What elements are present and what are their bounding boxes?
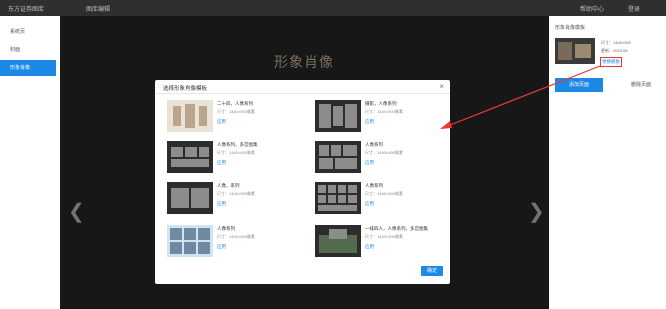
template-card[interactable]: 二十四，人像系列 尺寸：1440×900像素 应用 — [167, 100, 295, 136]
thumb-photo — [575, 44, 591, 58]
apply-template-link[interactable]: 应用 — [217, 244, 226, 250]
apply-template-link[interactable]: 应用 — [217, 119, 226, 125]
apply-template-link[interactable]: 应用 — [365, 119, 374, 125]
apply-template-link[interactable]: 应用 — [365, 160, 374, 166]
template-name: 人像系列 — [365, 142, 383, 147]
template-card[interactable]: 人像系列 尺寸：1440×900像素 应用 — [167, 225, 295, 261]
template-updated: 更新：2023.08 — [601, 48, 628, 53]
template-thumbnail — [167, 100, 213, 132]
apply-template-link[interactable]: 应用 — [217, 160, 226, 166]
template-name: 人像系列 — [365, 183, 383, 188]
nav-editor[interactable]: 图库编辑 — [86, 4, 110, 13]
template-thumbnail — [315, 100, 361, 132]
change-template-link[interactable]: 更换模板 — [600, 57, 622, 67]
template-size: 尺寸：1440×900像素 — [365, 109, 403, 114]
top-bar: 东方证券图库 图库编辑 帮助中心 登录 — [0, 0, 666, 16]
template-name: 人像系列 — [217, 226, 235, 231]
template-thumbnail — [167, 225, 213, 257]
template-name: 人像，系列 — [217, 183, 240, 188]
apply-template-link[interactable]: 应用 — [217, 201, 226, 207]
template-size: 尺寸：1440×900像素 — [217, 150, 255, 155]
template-card[interactable]: 人像系列 尺寸：1440×900像素 应用 — [315, 141, 443, 177]
template-card[interactable]: 人像系列 尺寸：1440×900像素 应用 — [315, 182, 443, 218]
apply-template-link[interactable]: 应用 — [365, 244, 374, 250]
delete-page-button[interactable]: 删除页面 — [621, 78, 661, 92]
panel-title: 形象肖像模板 — [555, 25, 586, 31]
template-name: 二十四，人像系列 — [217, 101, 253, 106]
sidebar-item-system[interactable]: 系统页 — [0, 24, 56, 40]
apply-template-link[interactable]: 应用 — [365, 201, 374, 207]
template-size: 尺寸：1440×900像素 — [365, 191, 403, 196]
sidebar: 系统页 封面 形象肖像 — [0, 16, 60, 309]
nav-login[interactable]: 登录 — [628, 4, 640, 13]
template-thumbnail — [167, 182, 213, 214]
template-name: 一排四人，人像系列，多宫图集 — [365, 226, 428, 231]
add-page-button[interactable]: 添加页面 — [555, 78, 603, 92]
template-size: 尺寸：1440×900像素 — [217, 109, 255, 114]
modal-header: 选择形象肖像模板 × — [155, 80, 450, 94]
sidebar-item-portrait[interactable]: 形象肖像 — [0, 60, 56, 76]
current-template-thumbnail — [555, 38, 595, 64]
confirm-button[interactable]: 确定 — [421, 266, 443, 276]
template-thumbnail — [315, 225, 361, 257]
template-size: 尺寸：1440×900像素 — [365, 150, 403, 155]
template-card[interactable]: 一排四人，人像系列，多宫图集 尺寸：1440×900像素 应用 — [315, 225, 443, 261]
template-card[interactable]: 人像，系列 尺寸：1440×900像素 应用 — [167, 182, 295, 218]
modal-title: 选择形象肖像模板 — [163, 86, 208, 92]
template-thumbnail — [167, 141, 213, 173]
template-name: 摄影，人像系列 — [365, 101, 397, 106]
template-size: 尺寸：1440×900像素 — [217, 191, 255, 196]
template-thumbnail — [315, 141, 361, 173]
template-card[interactable]: 摄影，人像系列 尺寸：1440×900像素 应用 — [315, 100, 443, 136]
thumb-photo — [558, 42, 572, 60]
template-card[interactable]: 人像系列，多宫图集 尺寸：1440×900像素 应用 — [167, 141, 295, 177]
right-panel: 形象肖像模板 尺寸：1440×900 更新：2023.08 更换模板 添加页面 … — [549, 16, 666, 309]
nav-help[interactable]: 帮助中心 — [580, 4, 604, 13]
sidebar-item-cover[interactable]: 封面 — [0, 42, 56, 58]
template-size: 尺寸：1440×900像素 — [365, 234, 403, 239]
template-thumbnail — [315, 182, 361, 214]
template-modal: 选择形象肖像模板 × 二十四，人像系列 尺寸：1440×900像素 应用 摄影，… — [155, 80, 450, 284]
template-name: 人像系列，多宫图集 — [217, 142, 258, 147]
close-icon[interactable]: × — [439, 82, 444, 91]
template-size: 尺寸：1440×900 — [601, 40, 631, 45]
template-size: 尺寸：1440×900像素 — [217, 234, 255, 239]
app-title: 东方证券图库 — [8, 7, 45, 13]
